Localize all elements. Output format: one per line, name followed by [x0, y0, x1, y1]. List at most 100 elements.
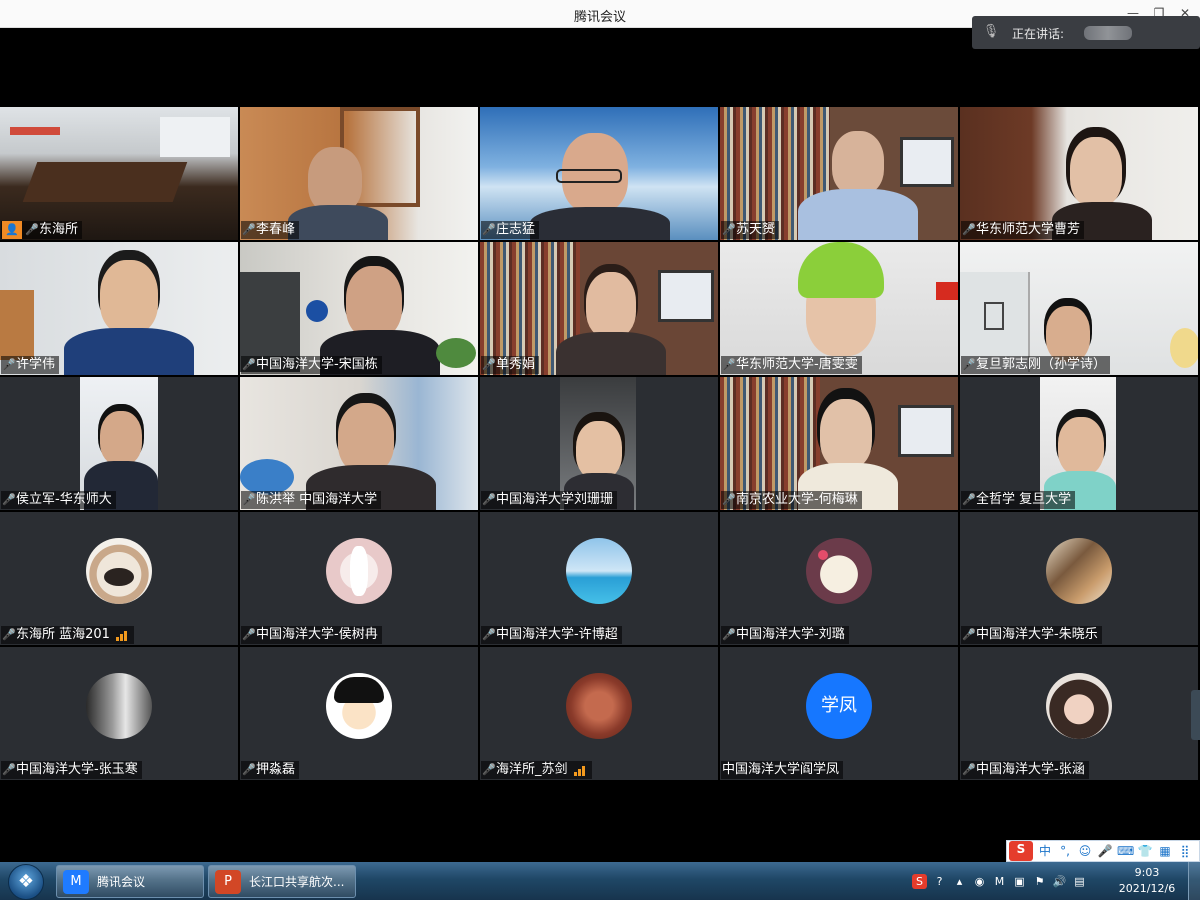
participant-name-tag: 🎤 中国海洋大学刘珊珊	[481, 491, 618, 509]
avatar	[326, 538, 392, 604]
clock[interactable]: 9:03 2021/12/6	[1114, 865, 1180, 897]
flag-icon[interactable]: ⚑	[1032, 874, 1047, 889]
participant-tile[interactable]: 🎤 单秀娟	[480, 242, 718, 375]
participant-tile[interactable]: 🎤 全哲学 复旦大学	[960, 377, 1198, 510]
participant-tile[interactable]: 🎤 南京农业大学-何梅琳	[720, 377, 958, 510]
participant-tile[interactable]: 🎤 中国海洋大学-许博超	[480, 512, 718, 645]
participant-name: 单秀娟	[496, 357, 536, 372]
participant-name-tag: 🎤 海洋所_苏剑	[481, 761, 592, 779]
taskbar-app-label: 腾讯会议	[97, 875, 146, 889]
participant-tile[interactable]: 🎤 许学伟	[0, 242, 238, 375]
participant-tile[interactable]: 🎤 中国海洋大学-宋国栋	[240, 242, 478, 375]
punctuation-icon[interactable]: °,	[1057, 843, 1073, 859]
participant-name: 中国海洋大学刘珊珊	[496, 492, 614, 507]
participant-name-tag: 🎤 押淼磊	[241, 761, 300, 779]
toolbox-icon[interactable]: ▦	[1157, 843, 1173, 859]
muted-microphone-icon: 🎤	[962, 628, 976, 641]
tray-overflow-icon[interactable]: ▴	[952, 874, 967, 889]
participant-name: 华东师范大学曹芳	[976, 222, 1081, 237]
muted-microphone-icon: 🎤	[722, 223, 736, 236]
participant-name-tag: 🎤 东海所 蓝海201	[1, 626, 134, 644]
participant-name: 押淼磊	[256, 762, 296, 777]
participant-tile[interactable]: 🎤 东海所 蓝海201	[0, 512, 238, 645]
participant-tile[interactable]: 🎤 华东师范大学曹芳	[960, 107, 1198, 240]
clock-time: 9:03	[1134, 866, 1160, 879]
participant-tile[interactable]: 🎤 中国海洋大学-张涵	[960, 647, 1198, 780]
participant-tile[interactable]: 🎤 侯立军-华东师大	[0, 377, 238, 510]
participant-tile[interactable]: 🎤 押淼磊	[240, 647, 478, 780]
skin-icon[interactable]: 👕	[1137, 843, 1153, 859]
taskbar-app-powerpoint[interactable]: P 长江口共享航次...	[208, 865, 356, 898]
monitor-icon[interactable]: ▣	[1012, 874, 1027, 889]
participant-name-tag: 🎤 侯立军-华东师大	[1, 491, 116, 509]
sogou-tray-icon[interactable]: S	[912, 873, 927, 889]
tencent-meeting-tray-icon[interactable]: M	[992, 874, 1007, 889]
participant-tile[interactable]: 🎤 李春峰	[240, 107, 478, 240]
help-icon[interactable]: ?	[932, 874, 947, 889]
muted-microphone-icon: 🎤	[482, 628, 496, 641]
avatar	[566, 673, 632, 739]
show-desktop-button[interactable]	[1188, 862, 1200, 900]
avatar	[566, 538, 632, 604]
avatar	[86, 538, 152, 604]
muted-microphone-icon: 🎤	[482, 358, 496, 371]
participant-name-tag: 🎤 中国海洋大学-朱晓乐	[961, 626, 1102, 644]
emoji-icon[interactable]: ☺	[1077, 843, 1093, 859]
participant-tile[interactable]: 🎤 华东师范大学-唐雯雯	[720, 242, 958, 375]
participant-tile[interactable]: 🎤 复旦郭志刚（孙学诗）	[960, 242, 1198, 375]
participant-name-tag: 🎤 中国海洋大学-许博超	[481, 626, 622, 644]
participant-name: 中国海洋大学-张涵	[976, 762, 1085, 777]
participant-tile[interactable]: 🎤 中国海洋大学刘珊珊	[480, 377, 718, 510]
participant-name-tag: 🎤 中国海洋大学-张玉寒	[1, 761, 142, 779]
participant-name-tag: 🎤 华东师范大学曹芳	[961, 221, 1085, 239]
participant-name: 中国海洋大学-许博超	[496, 627, 618, 642]
sogou-logo-icon[interactable]: S	[1009, 841, 1033, 861]
taskbar-app-tencent-meeting[interactable]: M 腾讯会议	[56, 865, 204, 898]
participant-name-tag: 🎤 许学伟	[1, 356, 60, 374]
avatar	[86, 673, 152, 739]
muted-microphone-icon: 🎤	[962, 493, 976, 506]
microphone-icon: 🎙	[982, 24, 1000, 39]
muted-microphone-icon: 🎤	[722, 358, 736, 371]
participant-name-tag: 🎤 单秀娟	[481, 356, 540, 374]
participant-name: 庄志猛	[496, 222, 536, 237]
muted-microphone-icon: 🎤	[2, 358, 16, 371]
ime-toolbar: S 中 °, ☺ 🎤 ⌨ 👕 ▦ ⣿	[1006, 840, 1200, 862]
participant-tile[interactable]: 🎤 中国海洋大学-朱晓乐	[960, 512, 1198, 645]
participant-name: 中国海洋大学-张玉寒	[16, 762, 138, 777]
muted-microphone-icon: 🎤	[962, 358, 976, 371]
muted-microphone-icon: 🎤	[242, 358, 256, 371]
muted-microphone-icon: 🎤	[2, 763, 16, 776]
participant-tile[interactable]: 学凤 中国海洋大学阎学凤	[720, 647, 958, 780]
participant-name: 南京农业大学-何梅琳	[736, 492, 858, 507]
participant-name-tag: 🎤 苏天赟	[721, 221, 780, 239]
participant-tile[interactable]: 👤 🎤 东海所	[0, 107, 238, 240]
participant-name: 中国海洋大学-侯树冉	[256, 627, 378, 642]
participant-tile[interactable]: 🎤 中国海洋大学-张玉寒	[0, 647, 238, 780]
voice-input-icon[interactable]: 🎤	[1097, 843, 1113, 859]
participant-tile[interactable]: 🎤 中国海洋大学-侯树冉	[240, 512, 478, 645]
participant-name: 全哲学 复旦大学	[976, 492, 1072, 507]
participant-tile[interactable]: 🎤 陈洪举 中国海洋大学	[240, 377, 478, 510]
muted-microphone-icon: 🎤	[722, 493, 736, 506]
ime-mode[interactable]: 中	[1037, 843, 1053, 859]
grid-menu-icon[interactable]: ⣿	[1177, 843, 1193, 859]
volume-icon[interactable]: 🔊	[1052, 874, 1067, 889]
participant-tile[interactable]: 🎤 中国海洋大学-刘璐	[720, 512, 958, 645]
participant-name-tag: 🎤 中国海洋大学-张涵	[961, 761, 1089, 779]
powerpoint-icon: P	[215, 869, 241, 894]
keyboard-icon[interactable]: ⌨	[1117, 843, 1134, 859]
participant-tile[interactable]: 🎤 庄志猛	[480, 107, 718, 240]
participant-tile[interactable]: 🎤 海洋所_苏剑	[480, 647, 718, 780]
host-icon: 👤	[2, 221, 22, 239]
participant-tile[interactable]: 🎤 苏天赟	[720, 107, 958, 240]
muted-microphone-icon: 🎤	[482, 763, 496, 776]
participant-name: 复旦郭志刚（孙学诗）	[976, 357, 1107, 372]
avatar: 学凤	[806, 673, 872, 739]
participant-name: 东海所 蓝海201	[16, 627, 110, 642]
security-icon[interactable]: ◉	[972, 874, 987, 889]
side-panel-handle[interactable]	[1191, 690, 1200, 740]
start-button[interactable]: ❖	[8, 864, 44, 900]
speaker-name-blurred	[1084, 26, 1132, 40]
network-icon[interactable]: ▤	[1072, 874, 1087, 889]
